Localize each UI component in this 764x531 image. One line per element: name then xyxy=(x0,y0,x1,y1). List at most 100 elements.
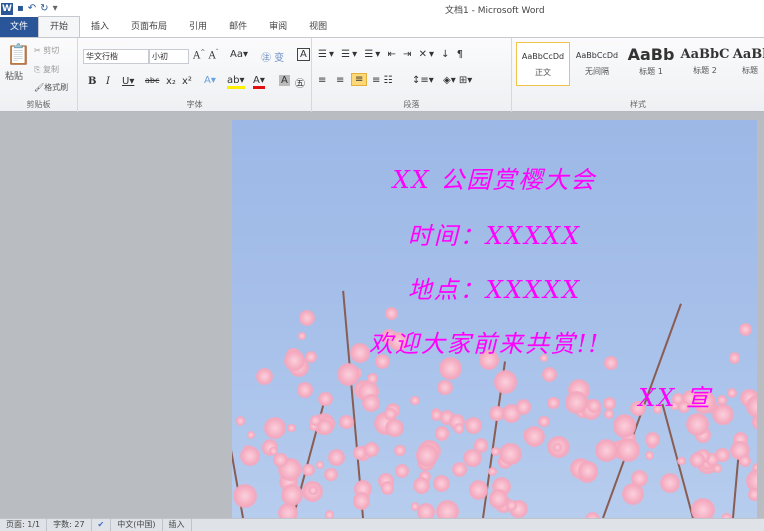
blossom xyxy=(453,423,465,435)
style-preview: AaBbCcDd xyxy=(521,52,565,61)
style-heading-2[interactable]: AaBbC 标题 2 xyxy=(678,42,732,86)
style-normal[interactable]: AaBbCcDd 正文 xyxy=(516,42,570,86)
blossom xyxy=(594,438,618,462)
tab-home[interactable]: 开始 xyxy=(38,16,81,37)
word-count[interactable]: 字数: 27 xyxy=(47,519,92,531)
copy-label: 复制 xyxy=(42,65,59,74)
grow-font-icon[interactable]: A^ Aˇ xyxy=(193,49,219,61)
font-size-combo[interactable]: 小初 xyxy=(149,49,189,64)
blossom xyxy=(690,452,706,468)
blossom xyxy=(631,469,649,487)
align-center-icon[interactable]: ≡ xyxy=(336,75,344,86)
status-bar: 页面: 1/1 字数: 27 ✔ 中文(中国) 插入 xyxy=(0,518,764,531)
redo-icon[interactable]: ↻ xyxy=(40,3,48,14)
blossom xyxy=(381,481,395,495)
tab-view[interactable]: 视图 xyxy=(298,17,338,37)
list-icons[interactable]: ☰▾ ☰▾ ☰▾ ⇤ ⇥ ✕▾ ↓ ¶ xyxy=(318,49,465,60)
phonetic-icon[interactable]: ㊟ 变 xyxy=(261,49,284,64)
font-group: 华文行楷 小初 A^ Aˇ Aa▾ ㊟ 变 A B I U▾ abc x₂ x²… xyxy=(78,38,312,112)
blossom xyxy=(318,392,333,407)
char-border-icon[interactable]: A xyxy=(297,48,310,61)
document-page[interactable]: XX 公园赏樱大会 时间：XXXXX 地点：XXXXX 欢迎大家前来共赏!! X… xyxy=(232,120,757,518)
cut-button[interactable]: ✂ 剪切 xyxy=(34,45,59,56)
tab-references[interactable]: 引用 xyxy=(178,17,218,37)
char-shading-icon[interactable]: A xyxy=(279,75,290,86)
tab-page-layout[interactable]: 页面布局 xyxy=(120,17,178,37)
blossom xyxy=(691,497,715,518)
insert-mode[interactable]: 插入 xyxy=(163,519,192,531)
paste-button[interactable]: 粘贴 xyxy=(5,69,23,82)
tab-file[interactable]: 文件 xyxy=(0,17,38,37)
style-title[interactable]: AaBl 标题 xyxy=(730,42,764,86)
tab-review[interactable]: 审阅 xyxy=(258,17,298,37)
text-effects-icon[interactable]: A▾ xyxy=(204,75,216,86)
shading-icon[interactable]: ◈▾ ⊞▾ xyxy=(443,75,472,86)
blossom xyxy=(310,414,322,426)
blossom xyxy=(727,387,738,398)
page-count[interactable]: 页面: 1/1 xyxy=(0,519,48,531)
clipboard-label: 剪贴板 xyxy=(26,100,51,109)
cut-label: 剪切 xyxy=(43,46,60,55)
proofing-icon[interactable]: ✔ xyxy=(92,519,112,531)
underline-icon[interactable]: U▾ xyxy=(122,76,134,87)
font-color-icon[interactable]: A▾ xyxy=(253,75,265,89)
subscript-icon[interactable]: x₂ xyxy=(166,76,176,87)
blossom xyxy=(281,484,304,507)
doc-line-place: 地点：XXXXX xyxy=(407,276,582,304)
highlight-icon[interactable]: ab▾ xyxy=(227,75,245,89)
undo-icon[interactable]: ↶ xyxy=(28,3,36,14)
blossom xyxy=(263,416,287,440)
blossom xyxy=(232,484,257,508)
align-left-icon[interactable]: ≡ xyxy=(318,75,326,86)
bold-icon[interactable]: B xyxy=(88,76,96,87)
tab-insert[interactable]: 插入 xyxy=(80,17,120,37)
blossom xyxy=(394,444,406,456)
blossom xyxy=(717,395,727,405)
paste-icon[interactable]: 📋 xyxy=(6,42,31,66)
blossom xyxy=(239,445,260,466)
styles-label: 样式 xyxy=(630,100,646,109)
blossom xyxy=(302,463,315,477)
language[interactable]: 中文(中国) xyxy=(111,519,163,531)
strikethrough-icon[interactable]: abc xyxy=(145,76,159,85)
justify-icon[interactable]: ≡ ☷ xyxy=(372,75,393,86)
line-spacing-icon[interactable]: ↕≡▾ xyxy=(412,75,434,86)
italic-icon[interactable]: I xyxy=(106,76,110,87)
blossom xyxy=(417,502,436,518)
ribbon: 📋 粘贴 ✂ 剪切 ⎘ 复制 🖌格式刷 剪贴板 华文行楷 小初 A^ Aˇ Aa… xyxy=(0,38,764,112)
style-heading-1[interactable]: AaBb 标题 1 xyxy=(624,42,678,86)
blossom xyxy=(412,477,430,495)
blossom xyxy=(435,499,459,518)
doc-line-title: XX 公园赏樱大会 xyxy=(392,166,597,194)
paragraph-label: 段落 xyxy=(403,100,420,109)
style-name: 正文 xyxy=(535,68,551,77)
style-no-spacing[interactable]: AaBbCcDd 无间隔 xyxy=(570,42,624,86)
blossom xyxy=(297,381,313,398)
blossom xyxy=(659,473,680,494)
blossom xyxy=(434,426,450,441)
window-title: 文档1 - Microsoft Word xyxy=(445,6,545,16)
word-icon: W xyxy=(1,2,13,15)
save-icon[interactable]: ▪ xyxy=(17,3,24,14)
blossom xyxy=(308,485,318,496)
blossom xyxy=(645,432,661,448)
align-right-icon[interactable]: ≡ xyxy=(351,73,368,86)
format-painter-label: 格式刷 xyxy=(44,83,69,92)
enclose-char-icon[interactable]: ㊄ xyxy=(295,75,305,90)
blossom xyxy=(324,510,335,518)
tab-mailings[interactable]: 邮件 xyxy=(218,17,258,37)
customize-icon[interactable]: ▾ xyxy=(53,3,58,14)
superscript-icon[interactable]: x² xyxy=(182,76,192,87)
blossom xyxy=(328,449,345,466)
style-name: 标题 1 xyxy=(639,67,663,76)
blossom xyxy=(468,480,489,500)
blossom xyxy=(616,438,640,462)
style-name: 标题 2 xyxy=(693,66,717,75)
doc-line-welcome: 欢迎大家前来共赏!! xyxy=(368,330,601,358)
font-name-combo[interactable]: 华文行楷 xyxy=(83,49,149,64)
change-case-icon[interactable]: Aa▾ xyxy=(230,49,248,60)
format-painter-button[interactable]: 🖌格式刷 xyxy=(34,82,68,93)
copy-button[interactable]: ⎘ 复制 xyxy=(34,64,59,75)
style-preview: AaBl xyxy=(732,47,764,62)
paragraph-group: ☰▾ ☰▾ ☰▾ ⇤ ⇥ ✕▾ ↓ ¶ ≡ ≡ ≡ ≡ ☷ ↕≡▾ ◈▾ ⊞▾ … xyxy=(312,38,512,112)
